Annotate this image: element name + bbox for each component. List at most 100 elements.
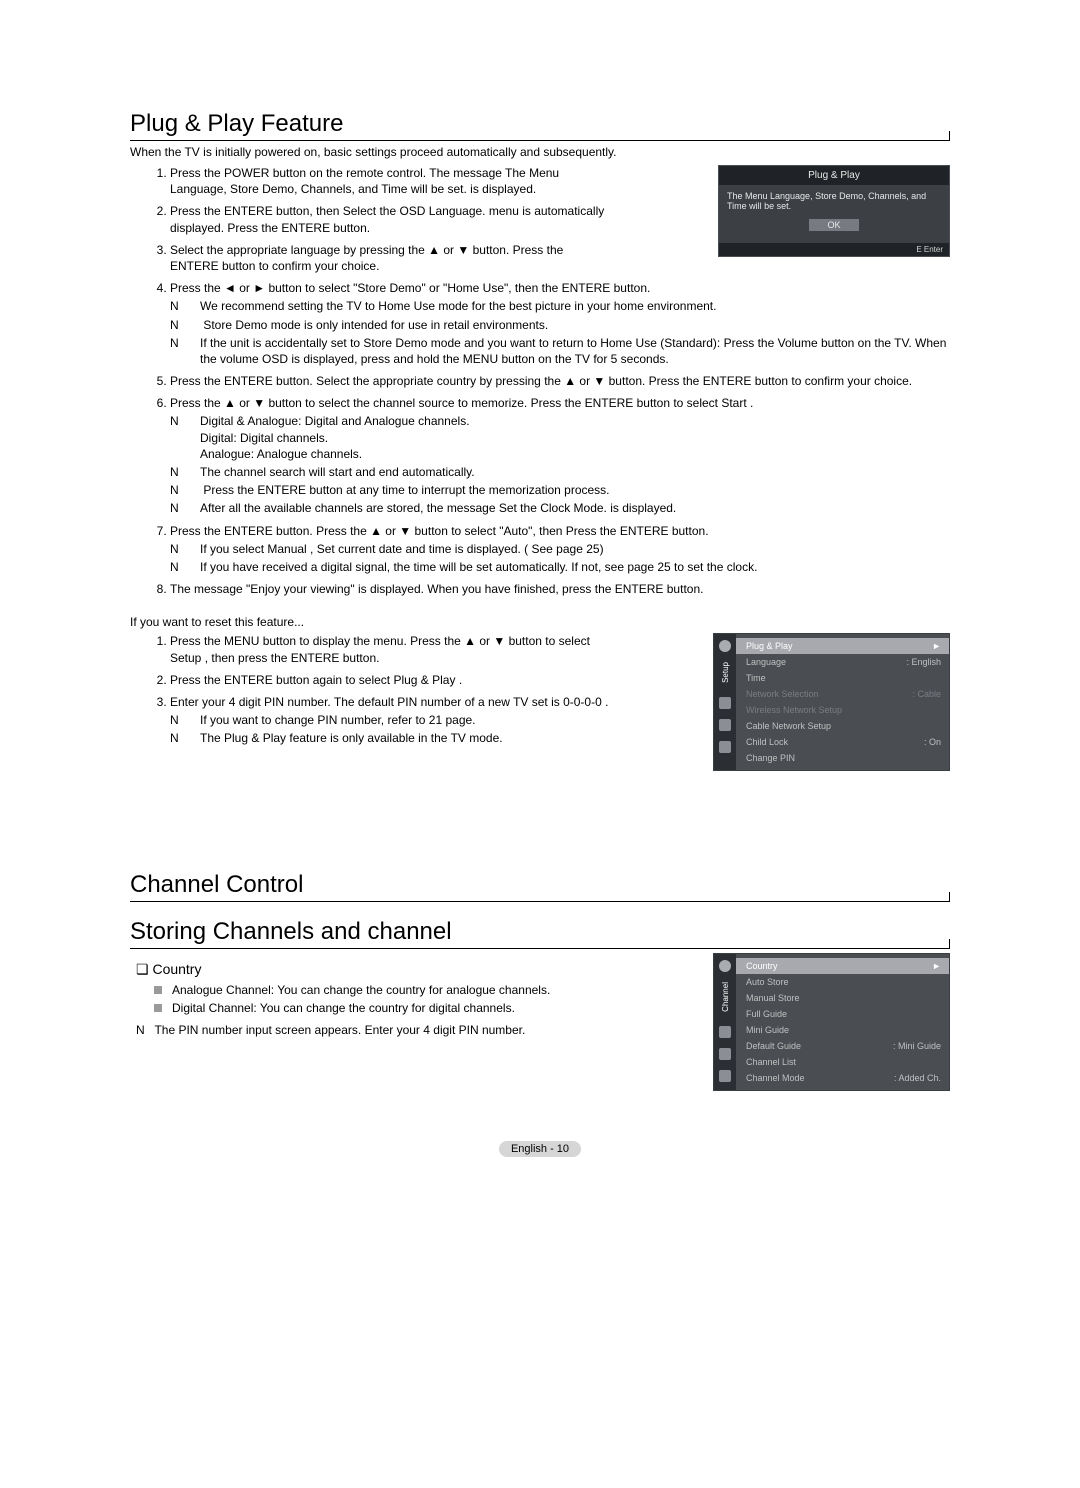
note-4-2: Store Demo mode is only intended for use… — [170, 317, 950, 333]
gear-icon[interactable] — [719, 1026, 731, 1038]
menu-row-label: Wireless Network Setup — [746, 705, 842, 715]
app-icon[interactable] — [719, 741, 731, 753]
menu-row-label: Network Selection — [746, 689, 819, 699]
menu-row-label: Time — [746, 673, 766, 683]
manual-page: Plug & Play Feature When the TV is initi… — [0, 0, 1080, 1215]
gear-icon[interactable] — [719, 697, 731, 709]
step-6-text: Press the ▲ or ▼ button to select the ch… — [170, 396, 753, 410]
reset-steps: Press the MENU button to display the men… — [130, 633, 610, 746]
menu-row-label: Full Guide — [746, 1009, 787, 1019]
reset-notes: If you want to change PIN number, refer … — [170, 712, 610, 746]
menu-row-label: Change PIN — [746, 753, 795, 763]
menu-row[interactable]: Wireless Network Setup — [736, 702, 949, 718]
reset-row: Press the MENU button to display the men… — [130, 633, 950, 771]
osd-plug-play-dialog: Plug & Play The Menu Language, Store Dem… — [718, 165, 950, 257]
chevron-right-icon: ► — [932, 641, 941, 651]
menu-row[interactable]: Child Lock : On — [736, 734, 949, 750]
channel-tab-label: Channel — [721, 982, 730, 1012]
menu-row[interactable]: Country ► — [736, 958, 949, 974]
input-icon[interactable] — [719, 1048, 731, 1060]
note-6-4: After all the available channels are sto… — [170, 500, 950, 516]
notes-step-4: We recommend setting the TV to Home Use … — [170, 298, 950, 367]
menu-row[interactable]: Mini Guide — [736, 1022, 949, 1038]
note-6-2: The channel search will start and end au… — [170, 464, 950, 480]
reset-note-2: The Plug & Play feature is only availabl… — [170, 730, 610, 746]
menu-row[interactable]: Plug & Play ► — [736, 638, 949, 654]
country-items: Analogue Channel: You can change the cou… — [154, 982, 610, 1017]
note-4-1: We recommend setting the TV to Home Use … — [170, 298, 950, 314]
step-1: Press the POWER button on the remote con… — [170, 165, 610, 197]
osd-ok-button[interactable]: OK — [809, 219, 859, 231]
step-7-text: Press the ENTERE button. Press the ▲ or … — [170, 524, 709, 538]
step-8: The message "Enjoy your viewing" is disp… — [170, 581, 950, 597]
menu-row[interactable]: Language : English — [736, 654, 949, 670]
setup-menu: Setup Plug & Play ► Language : English Time N… — [713, 633, 950, 771]
section-storing-channels-title: Storing Channels and channel — [130, 918, 950, 949]
reset-step-3: Enter your 4 digit PIN number. The defau… — [170, 694, 610, 747]
note-6-1: Digital & Analogue: Digital and Analogue… — [170, 413, 950, 462]
menu-row[interactable]: Full Guide — [736, 1006, 949, 1022]
menu-row[interactable]: Manual Store — [736, 990, 949, 1006]
menu-row-label: Default Guide — [746, 1041, 801, 1051]
section-plug-and-play-title: Plug & Play Feature — [130, 110, 950, 141]
note-7-2: If you have received a digital signal, t… — [170, 559, 950, 575]
reset-step-1: Press the MENU button to display the men… — [170, 633, 610, 665]
menu-row[interactable]: Channel Mode : Added Ch. — [736, 1070, 949, 1086]
menu-row-value: : Cable — [912, 689, 941, 699]
reset-step-3-text: Enter your 4 digit PIN number. The defau… — [170, 695, 608, 709]
menu-row-value: : On — [924, 737, 941, 747]
note-7-1: If you select Manual , Set current date … — [170, 541, 950, 557]
menu-row-label: Auto Store — [746, 977, 789, 987]
steps-1-3: Press the POWER button on the remote con… — [130, 165, 610, 274]
chevron-right-icon: ► — [932, 961, 941, 971]
step-3: Select the appropriate language by press… — [170, 242, 610, 274]
step-4-text: Press the ◄ or ► button to select "Store… — [170, 281, 650, 295]
menu-row-value: : Mini Guide — [893, 1041, 941, 1051]
step-2: Press the ENTERE button, then Select the… — [170, 203, 610, 235]
menu-row-label: Country — [746, 961, 778, 971]
input-icon[interactable] — [719, 719, 731, 731]
country-row: Country Analogue Channel: You can change… — [130, 953, 950, 1091]
notes-step-6: Digital & Analogue: Digital and Analogue… — [170, 413, 950, 516]
menu-row-value: : Added Ch. — [894, 1073, 941, 1083]
antenna-icon[interactable] — [719, 640, 731, 652]
menu-row-label: Cable Network Setup — [746, 721, 831, 731]
note-4-3: If the unit is accidentally set to Store… — [170, 335, 950, 367]
menu-row[interactable]: Network Selection : Cable — [736, 686, 949, 702]
osd-footer: E Enter — [719, 243, 949, 256]
country-subheading: Country — [136, 961, 610, 978]
menu-row[interactable]: Auto Store — [736, 974, 949, 990]
menu-row[interactable]: Default Guide : Mini Guide — [736, 1038, 949, 1054]
menu-row-label: Child Lock — [746, 737, 788, 747]
step-4: Press the ◄ or ► button to select "Store… — [170, 280, 950, 367]
setup-menu-tabs: Setup — [714, 634, 736, 770]
menu-row-label: Plug & Play — [746, 641, 793, 651]
section-intro: When the TV is initially powered on, bas… — [130, 145, 950, 159]
setup-menu-list: Plug & Play ► Language : English Time Network… — [736, 634, 949, 770]
menu-row[interactable]: Change PIN — [736, 750, 949, 766]
setup-tab-label: Setup — [721, 662, 730, 683]
country-item-digital: Digital Channel: You can change the coun… — [154, 1000, 610, 1017]
menu-row[interactable]: Cable Network Setup — [736, 718, 949, 734]
menu-row[interactable]: Channel List — [736, 1054, 949, 1070]
steps-4-8: Press the ◄ or ► button to select "Store… — [130, 280, 950, 597]
step-7: Press the ENTERE button. Press the ▲ or … — [170, 523, 950, 576]
app-icon[interactable] — [719, 1070, 731, 1082]
channel-menu-list: Country ► Auto Store Manual Store Full Guide… — [736, 954, 949, 1090]
menu-row-label: Language — [746, 657, 786, 667]
plug-play-top-row: Press the POWER button on the remote con… — [130, 165, 950, 280]
antenna-icon[interactable] — [719, 960, 731, 972]
country-item-analogue: Analogue Channel: You can change the cou… — [154, 982, 610, 999]
menu-row-label: Mini Guide — [746, 1025, 789, 1035]
reset-step-2: Press the ENTERE button again to select … — [170, 672, 610, 688]
menu-row-label: Channel Mode — [746, 1073, 805, 1083]
country-pin-note: The PIN number input screen appears. Ent… — [136, 1023, 610, 1037]
reset-note-1: If you want to change PIN number, refer … — [170, 712, 610, 728]
page-footer: English - 10 — [130, 1141, 950, 1155]
channel-menu-tabs: Channel — [714, 954, 736, 1090]
osd-body-text: The Menu Language, Store Demo, Channels,… — [727, 191, 926, 211]
reset-heading: If you want to reset this feature... — [130, 615, 950, 629]
menu-row[interactable]: Time — [736, 670, 949, 686]
menu-row-label: Manual Store — [746, 993, 800, 1003]
menu-row-value: : English — [906, 657, 941, 667]
